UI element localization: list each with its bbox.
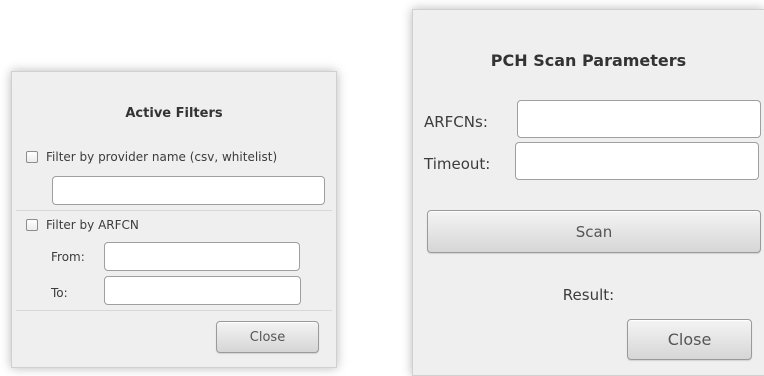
arfcn-from-input[interactable] [104, 242, 300, 271]
active-filters-dialog: Active Filters Filter by provider name (… [11, 71, 337, 368]
separator [16, 210, 332, 211]
to-label: To: [51, 286, 68, 300]
filters-close-button[interactable]: Close [216, 321, 319, 353]
pch-close-button[interactable]: Close [627, 319, 752, 360]
arfcn-filter-label: Filter by ARFCN [46, 218, 139, 232]
filters-dialog-title: Active Filters [125, 106, 223, 121]
arfcns-input[interactable] [517, 100, 761, 138]
timeout-label: Timeout: [424, 155, 491, 173]
provider-name-input[interactable] [52, 176, 325, 205]
provider-filter-checkbox[interactable] [26, 151, 38, 163]
provider-filter-label: Filter by provider name (csv, whitelist) [46, 150, 278, 164]
arfcn-filter-checkbox[interactable] [26, 219, 38, 231]
provider-filter-checkbox-row[interactable]: Filter by provider name (csv, whitelist) [26, 150, 277, 164]
result-label: Result: [562, 286, 615, 304]
arfcn-filter-checkbox-row[interactable]: Filter by ARFCN [26, 218, 139, 232]
arfcns-label: ARFCNs: [424, 113, 488, 131]
timeout-input[interactable] [515, 142, 759, 180]
separator [16, 310, 332, 311]
scan-button[interactable]: Scan [427, 210, 761, 253]
pch-dialog-title: PCH Scan Parameters [490, 51, 687, 70]
arfcn-to-input[interactable] [104, 276, 301, 305]
from-label: From: [51, 250, 85, 264]
pch-scan-parameters-dialog: PCH Scan Parameters ARFCNs: Timeout: Sca… [412, 9, 764, 376]
